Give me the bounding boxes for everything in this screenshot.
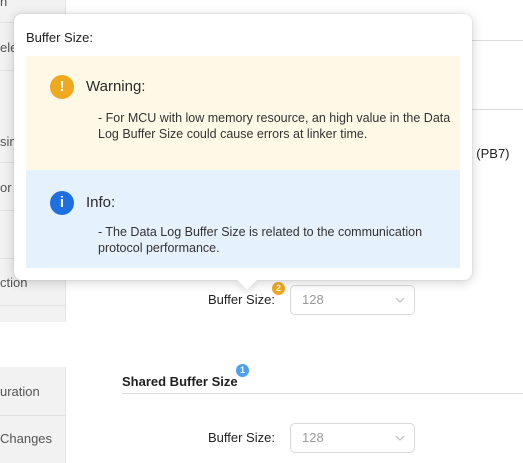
section-divider [122, 393, 523, 394]
shared-buffer-size-label: Buffer Size: [208, 430, 275, 445]
sidebar-item-changes[interactable]: Changes [0, 431, 52, 446]
sidebar-item-label[interactable]: or [0, 180, 12, 195]
select-value: 128 [302, 292, 324, 307]
tooltip-arrow [237, 270, 257, 290]
sidebar-lower: uration Changes [0, 367, 66, 463]
chevron-down-icon [395, 297, 405, 303]
badge-count: 1 [236, 364, 249, 377]
info-heading: Info: [86, 194, 116, 211]
badge-count: 2 [272, 282, 285, 295]
warning-text: - For MCU with low memory resource, an h… [98, 111, 451, 141]
chevron-down-icon [395, 435, 405, 441]
info-icon: i [50, 191, 74, 215]
shared-buffer-size-select[interactable]: 128 [290, 423, 415, 453]
sidebar-item-configuration[interactable]: uration [0, 384, 40, 399]
buffer-size-label: Buffer Size: [208, 292, 275, 307]
buffer-size-select[interactable]: 128 [290, 285, 415, 315]
info-text: - The Data Log Buffer Size is related to… [98, 225, 423, 255]
section-title: Shared Buffer Size [122, 374, 238, 389]
section-divider [470, 40, 523, 41]
sidebar-divider [0, 305, 66, 306]
section-divider [470, 109, 523, 110]
sidebar-item-label[interactable]: n [0, 0, 7, 9]
info-box: i Info: - The Data Log Buffer Size is re… [26, 170, 460, 268]
select-value: 128 [302, 430, 324, 445]
tooltip-title: Buffer Size: [26, 30, 93, 45]
buffer-size-tooltip: Buffer Size: ! Warning: - For MCU with l… [14, 14, 472, 290]
warning-heading: Warning: [86, 78, 146, 95]
warning-icon: ! [50, 75, 74, 99]
warning-box: ! Warning: - For MCU with low memory res… [26, 56, 460, 170]
sidebar-divider [0, 415, 66, 416]
